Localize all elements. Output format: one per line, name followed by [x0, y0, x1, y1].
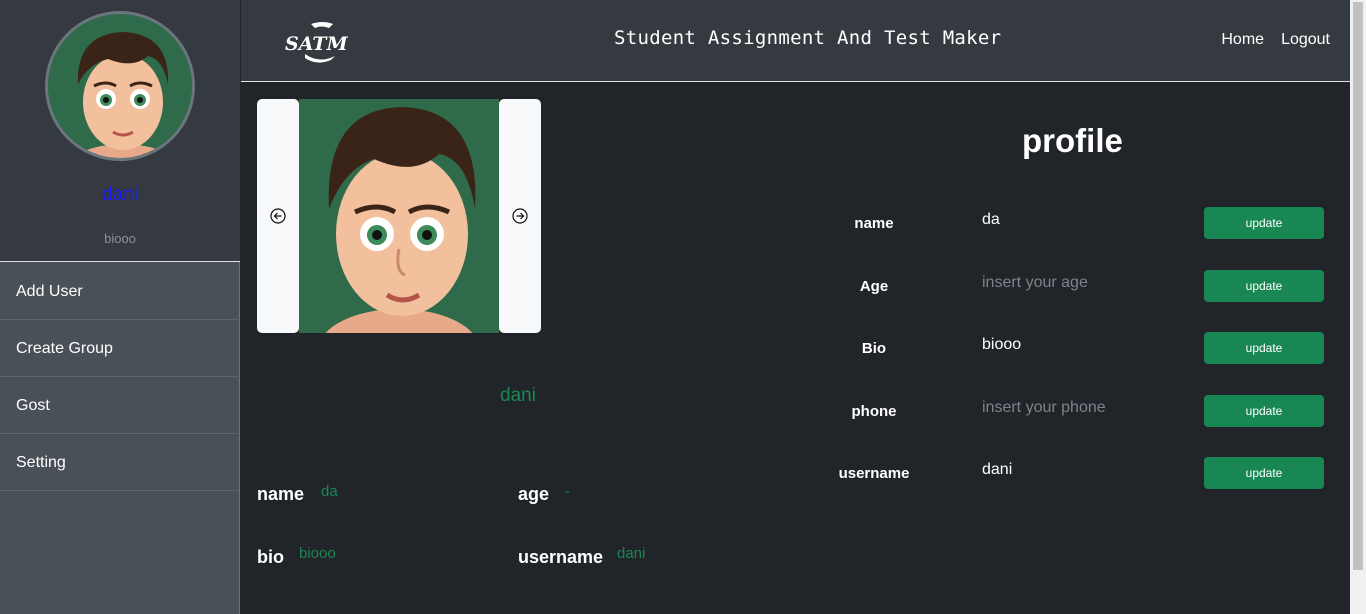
- info-bio-value: biooo: [299, 545, 336, 562]
- avatar: [45, 11, 195, 161]
- update-name-button[interactable]: update: [1204, 207, 1324, 239]
- form-row-bio: Bio update: [820, 332, 1324, 364]
- svg-text:SATM: SATM: [285, 33, 349, 55]
- sidebar-item-add-user[interactable]: Add User: [0, 263, 240, 320]
- form-row-username: username update: [820, 457, 1324, 489]
- page-scrollbar[interactable]: [1350, 0, 1366, 614]
- nav-home-link[interactable]: Home: [1221, 31, 1264, 49]
- satm-logo[interactable]: SATM: [283, 20, 353, 64]
- name-input[interactable]: [982, 211, 1192, 229]
- arrow-left-circle-icon: [270, 208, 286, 224]
- info-age-label: age: [518, 484, 550, 504]
- sidebar-item-create-group[interactable]: Create Group: [0, 320, 240, 377]
- sidebar-menu: Add User Create Group Gost Setting: [0, 263, 240, 491]
- sidebar-user-bio: biooo: [104, 231, 136, 246]
- sidebar-item-gost[interactable]: Gost: [0, 377, 240, 434]
- top-nav: Home Logout: [1221, 31, 1330, 49]
- age-input[interactable]: [982, 274, 1192, 292]
- bio-input[interactable]: [982, 336, 1192, 354]
- form-row-name: name update: [820, 207, 1324, 239]
- info-name-value: da: [321, 483, 338, 500]
- form-label-bio: Bio: [861, 340, 887, 357]
- info-username-value: dani: [617, 545, 646, 562]
- update-phone-button[interactable]: update: [1204, 395, 1324, 427]
- username-input[interactable]: [982, 461, 1192, 479]
- top-header: SATM Student Assignment And Test Maker H…: [241, 0, 1350, 82]
- info-bio-label: bio: [257, 547, 284, 567]
- form-row-phone: phone update: [820, 395, 1324, 427]
- update-age-button[interactable]: update: [1204, 270, 1324, 302]
- carousel-next-button[interactable]: [499, 99, 541, 333]
- scrollbar-thumb[interactable]: [1353, 2, 1363, 570]
- arrow-right-circle-icon: [512, 208, 528, 224]
- form-label-age: Age: [859, 278, 889, 295]
- phone-input[interactable]: [982, 399, 1192, 417]
- photo-carousel: [257, 99, 541, 333]
- form-label-phone: phone: [851, 403, 897, 420]
- sidebar: dani biooo Add User Create Group Gost Se…: [0, 0, 240, 614]
- carousel-avatar-image: [299, 99, 499, 333]
- form-row-age: Age update: [820, 270, 1324, 302]
- sidebar-profile: dani biooo: [0, 0, 240, 262]
- profile-display-name: dani: [500, 385, 536, 406]
- carousel-prev-button[interactable]: [257, 99, 299, 333]
- form-label-username: username: [838, 465, 910, 482]
- form-label-name: name: [854, 215, 894, 232]
- profile-title: profile: [1022, 122, 1123, 159]
- nav-logout-link[interactable]: Logout: [1281, 31, 1330, 49]
- info-age-value: -: [565, 483, 570, 500]
- sidebar-user-name: dani: [102, 184, 138, 205]
- info-username-label: username: [518, 547, 604, 567]
- sidebar-item-setting[interactable]: Setting: [0, 434, 240, 491]
- update-bio-button[interactable]: update: [1204, 332, 1324, 364]
- app-title: Student Assignment And Test Maker: [614, 27, 1002, 49]
- update-username-button[interactable]: update: [1204, 457, 1324, 489]
- info-name-label: name: [257, 484, 305, 504]
